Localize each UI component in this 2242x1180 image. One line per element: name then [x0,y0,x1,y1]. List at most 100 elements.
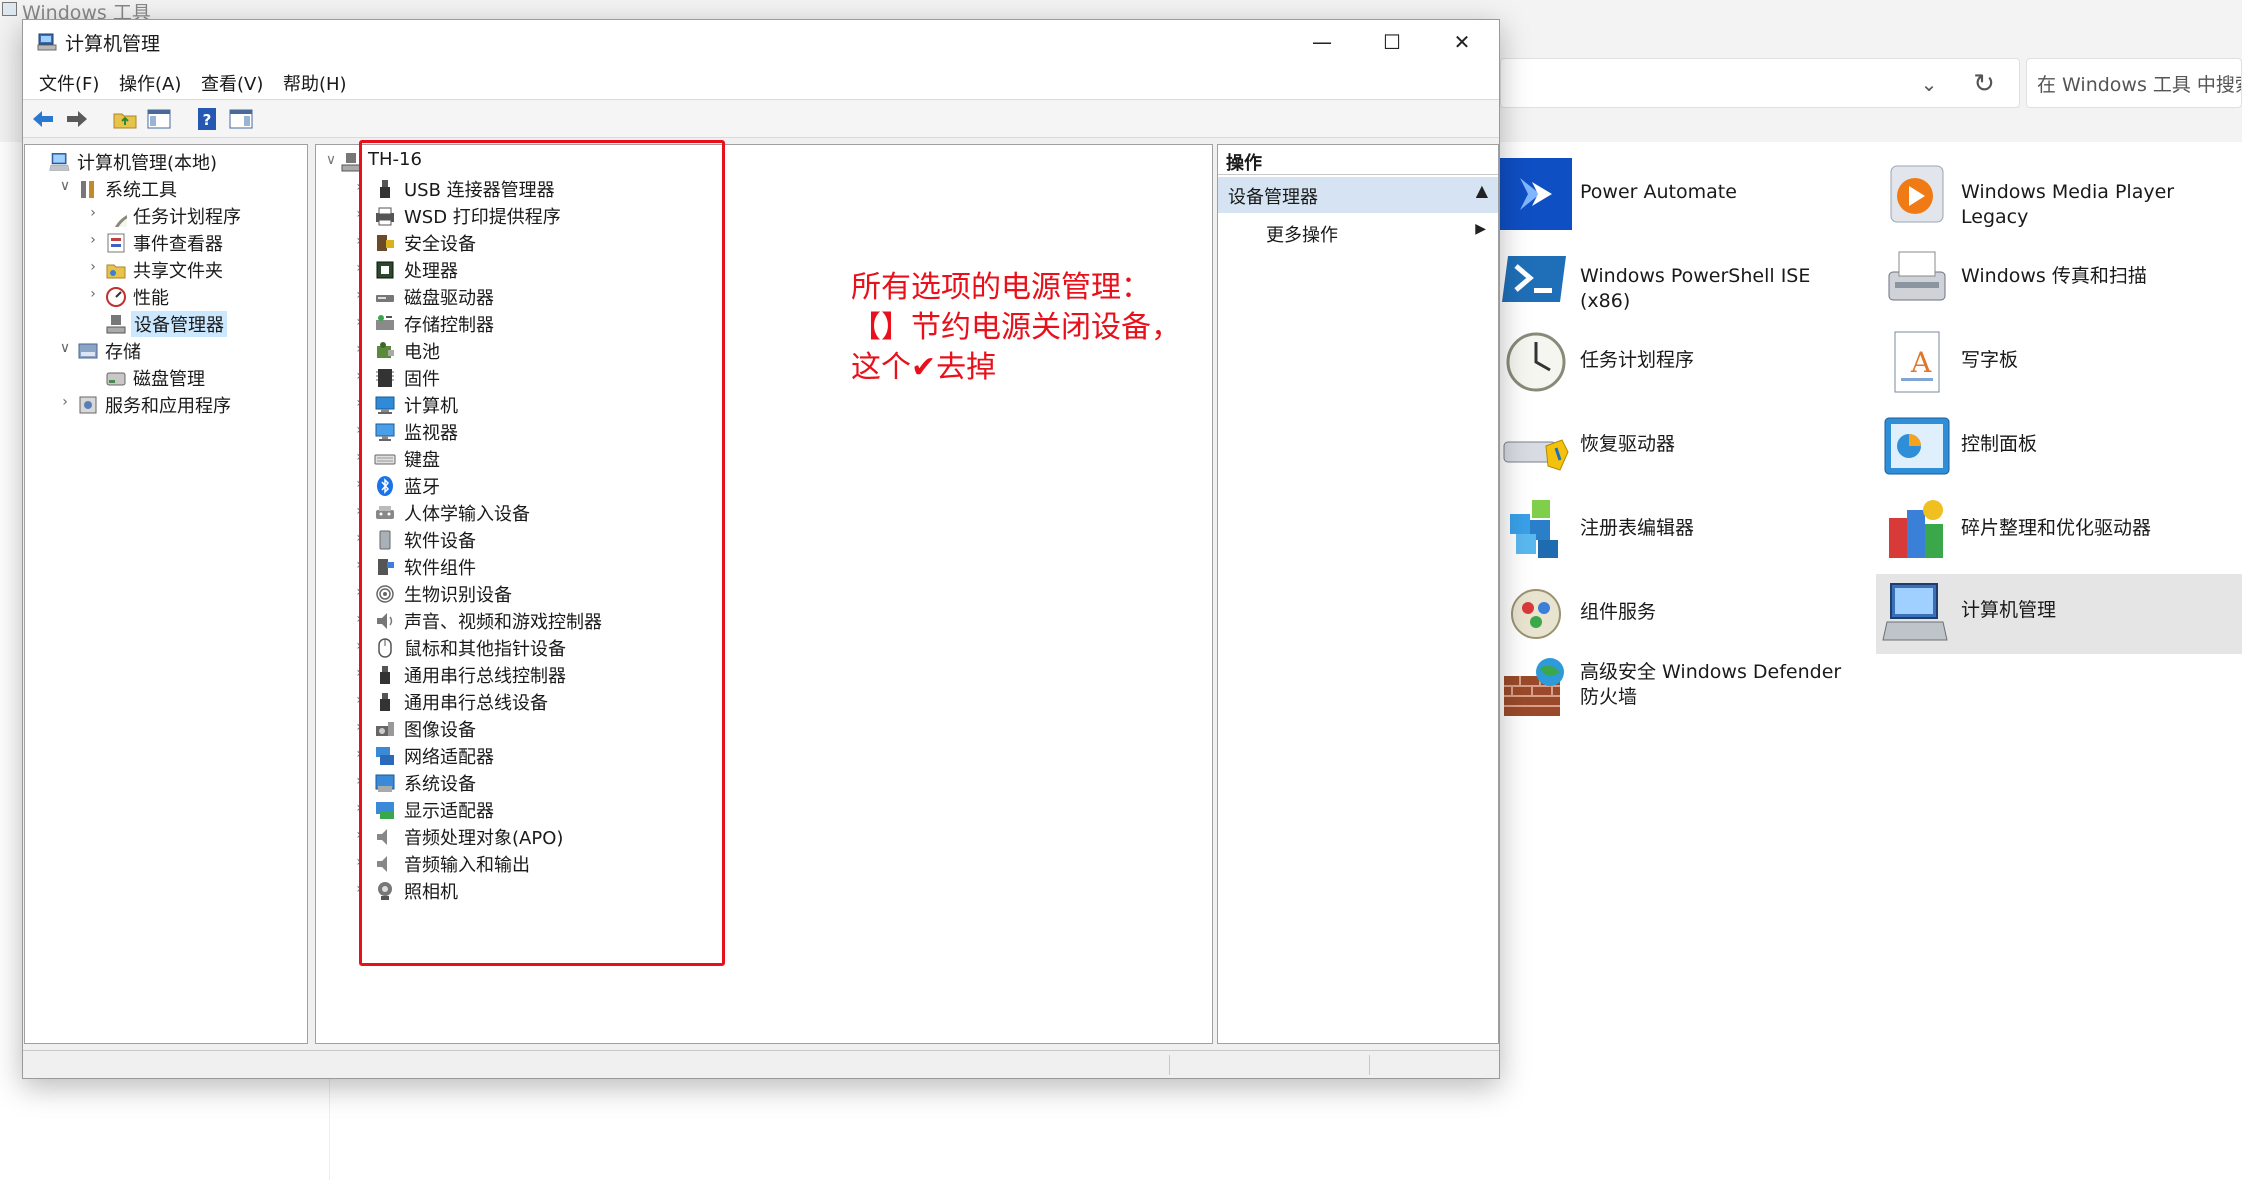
tool-label: Windows 传真和扫描 [1961,265,2147,287]
back-arrow-icon[interactable] [29,105,57,133]
expand-down-icon[interactable]: ∨ [57,340,73,356]
disk-management-icon [105,367,127,389]
menu-bar: 文件(F) 操作(A) 查看(V) 帮助(H) [23,64,1499,100]
tool-item[interactable]: Windows PowerShell ISE (x86) [1500,240,1880,320]
recovery-drive-icon [1500,410,1572,482]
chevron-right-icon[interactable]: › [85,286,101,302]
folder-icon [2,2,17,16]
control-panel-icon [1881,410,1953,482]
computer-management-window: 计算机管理 — ☐ ✕ 文件(F) 操作(A) 查看(V) 帮助(H) ? 计算… [22,19,1500,1079]
tool-item[interactable]: 控制面板 [1881,408,2242,488]
tool-item[interactable]: 碎片整理和优化驱动器 [1881,492,2242,572]
menu-file[interactable]: 文件(F) [39,70,99,96]
chevron-right-icon[interactable]: › [57,394,73,410]
storage-icon [77,340,99,362]
close-button[interactable]: ✕ [1427,20,1497,64]
services-icon [77,394,99,416]
minimize-button[interactable]: — [1287,20,1357,64]
window-title: 计算机管理 [65,33,161,55]
component-services-icon [1500,578,1572,650]
svg-text:A: A [1910,346,1932,379]
registry-icon [1500,494,1572,566]
chevron-down-icon[interactable]: ⌄ [1918,64,1940,104]
tool-label: 写字板 [1961,349,2019,371]
performance-icon [105,286,127,308]
titlebar: 计算机管理 — ☐ ✕ [23,20,1499,64]
tool-label: 注册表编辑器 [1580,517,1695,539]
toolbar: ? [23,100,1499,138]
actions-pane: 操作 设备管理器 ▲ 更多操作 ▶ [1217,144,1499,1044]
tool-label: Power Automate [1580,181,1737,203]
annotation-line: 所有选项的电源管理： [851,270,1151,305]
tool-label: 计算机管理 [1961,599,2057,621]
forward-arrow-icon[interactable] [63,105,91,133]
shared-folder-icon [105,259,127,281]
tree-node-label: 存储 [105,342,141,363]
tree-node-label: 性能 [133,288,169,309]
tool-label: 组件服务 [1580,601,1657,623]
annotation-text: 所有选项的电源管理： 【】节约电源关闭设备， 这个✔去掉 [851,268,1211,388]
tool-label: Windows Media Player Legacy [1961,181,2175,228]
tool-label: 任务计划程序 [1580,349,1695,371]
annotation-line: 这个✔去掉 [851,350,997,385]
defrag-icon [1881,494,1953,566]
event-viewer-icon [105,232,127,254]
tool-item[interactable]: 高级安全 Windows Defender 防火墙 [1500,650,1880,730]
fax-scan-icon [1881,242,1953,314]
tool-item[interactable]: A 写字板 [1881,324,2242,404]
menu-help[interactable]: 帮助(H) [283,70,347,96]
tree-node-label: 服务和应用程序 [105,396,231,417]
refresh-icon[interactable]: ↻ [1968,64,2000,104]
tool-item[interactable]: Power Automate [1500,156,1880,236]
powershell-icon [1500,242,1572,314]
tool-item[interactable]: 计算机管理 [1876,574,2242,654]
chevron-right-icon[interactable]: › [85,205,101,221]
chevron-right-icon[interactable]: › [85,259,101,275]
windows-tools-titlebar: Windows 工具 [0,0,2242,24]
tree-node-label: 设备管理器 [131,311,227,337]
tool-item[interactable]: 组件服务 [1500,576,1880,656]
menu-view[interactable]: 查看(V) [201,70,263,96]
tool-item[interactable]: 注册表编辑器 [1500,492,1880,572]
media-player-icon [1881,158,1953,230]
tool-label: 恢复驱动器 [1580,433,1676,455]
tree-node-label: 系统工具 [105,180,177,201]
address-bar[interactable] [1500,58,2020,108]
tool-item[interactable]: 任务计划程序 [1500,324,1880,404]
firewall-icon [1500,652,1572,724]
search-placeholder: 在 Windows 工具 中搜索 [2037,74,2242,96]
maximize-button[interactable]: ☐ [1357,20,1427,64]
tool-label: 高级安全 Windows Defender 防火墙 [1580,661,1842,708]
chevron-right-icon[interactable]: › [85,232,101,248]
show-hide-tree-icon[interactable] [145,105,173,133]
up-folder-icon[interactable] [111,105,139,133]
actions-header: 操作 [1218,145,1498,175]
expand-down-icon[interactable]: ∨ [57,178,73,194]
more-actions-item[interactable]: 更多操作 ▶ [1218,215,1498,249]
clock-icon [1500,326,1572,398]
tree-node-label: 事件查看器 [133,234,223,255]
tool-label: Windows PowerShell ISE (x86) [1580,265,1811,312]
tree-node-label: 计算机管理(本地) [77,153,218,174]
annotation-highlight-box [359,140,725,966]
tool-item[interactable]: 恢复驱动器 [1500,408,1880,488]
search-input[interactable]: 在 Windows 工具 中搜索 [2026,58,2242,108]
menu-action[interactable]: 操作(A) [119,70,181,96]
computer-management-icon [49,151,71,173]
collapse-up-icon[interactable]: ▲ [1476,181,1488,200]
show-hide-action-pane-icon[interactable] [227,105,255,133]
expand-down-icon[interactable]: ∨ [324,152,338,168]
computer-management-icon [37,33,57,51]
tool-item[interactable]: Windows Media Player Legacy [1881,156,2242,236]
tool-item[interactable]: Windows 传真和扫描 [1881,240,2242,320]
wordpad-icon: A [1881,326,1953,398]
tree-node-label: 共享文件夹 [133,261,223,282]
actions-section-device-manager[interactable]: 设备管理器 ▲ [1218,177,1498,213]
tree-node-label: 磁盘管理 [133,369,205,390]
more-actions-label: 更多操作 [1266,225,1338,246]
tool-label: 控制面板 [1961,433,2038,455]
status-divider [1169,1055,1170,1075]
status-divider [1369,1055,1370,1075]
tree-node-label: 任务计划程序 [133,207,241,228]
help-icon[interactable]: ? [193,105,221,133]
